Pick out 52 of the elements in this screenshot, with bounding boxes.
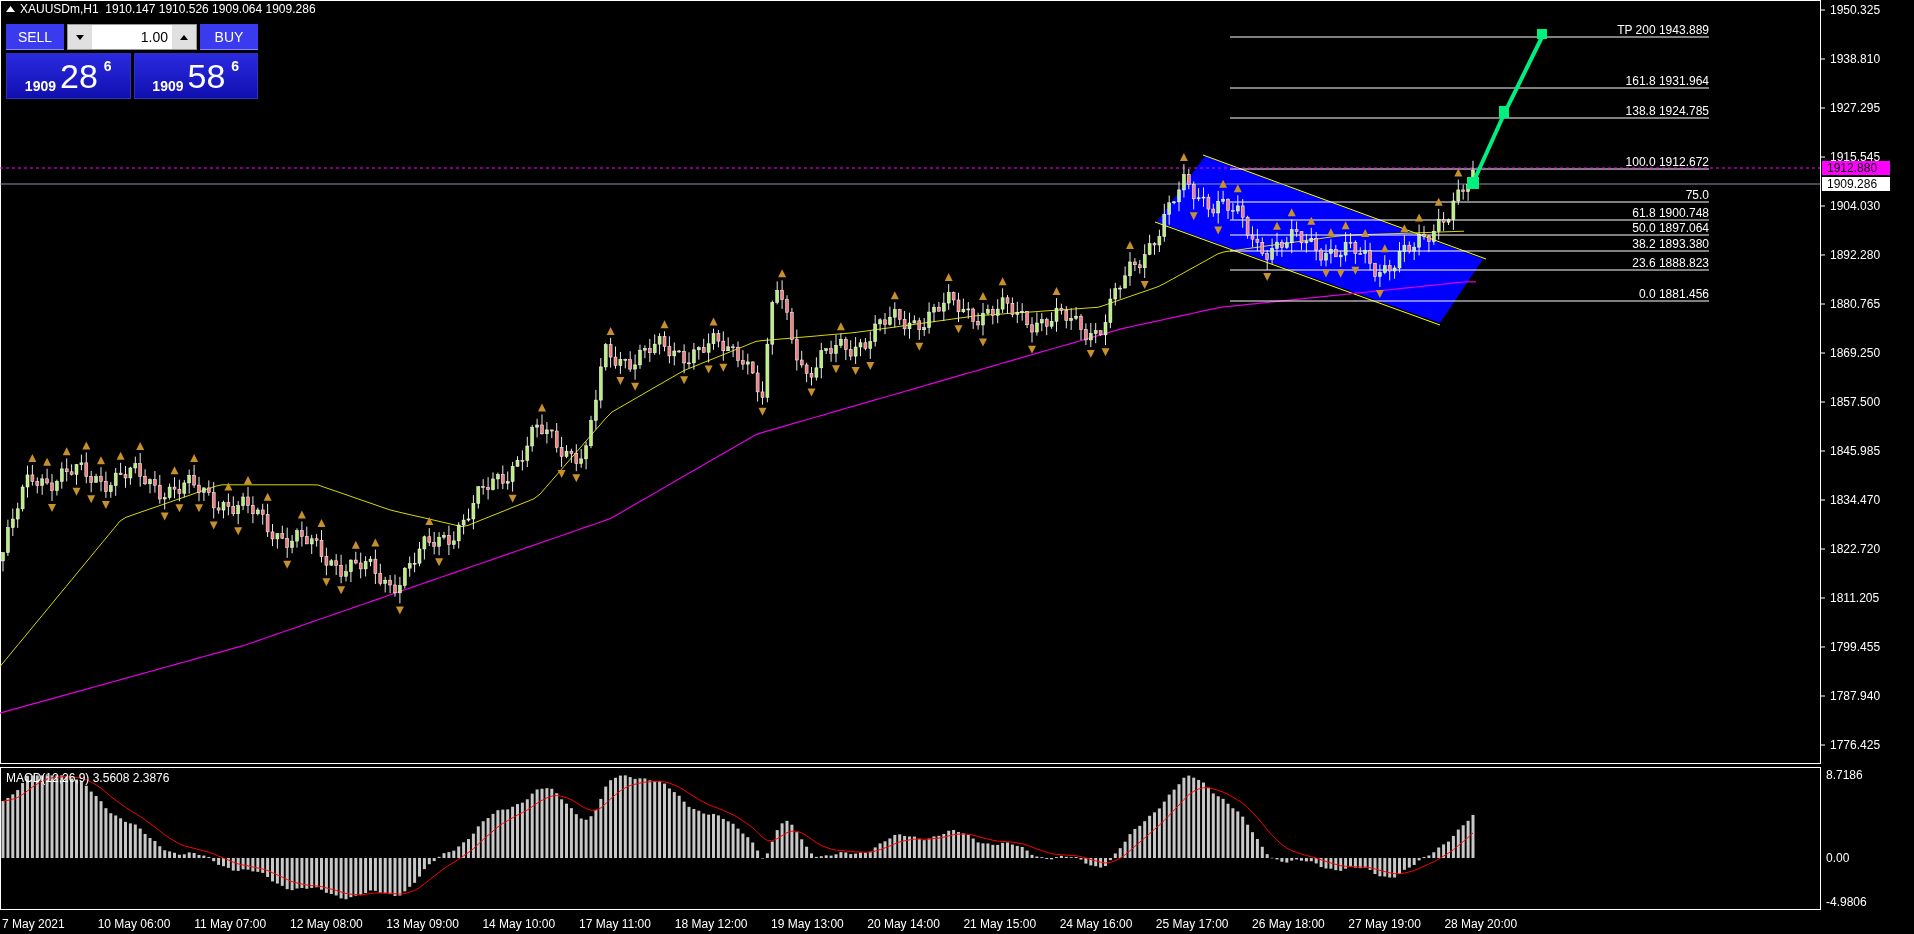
price-axis-label: 1857.500 xyxy=(1830,395,1881,409)
time-axis-label: 20 May 14:00 xyxy=(867,917,940,931)
fibonacci-level-label: 161.8 1931.964 xyxy=(1625,74,1709,88)
price-axis-label: 1880.765 xyxy=(1830,297,1881,311)
fibonacci-level-label: TP 200 1943.889 xyxy=(1617,23,1709,37)
price-axis-label: 1950.325 xyxy=(1830,3,1881,17)
price-axis-label: 1845.985 xyxy=(1830,444,1881,458)
fibonacci-level-label: 75.0 xyxy=(1685,188,1709,202)
fibonacci-level-label: 138.8 1924.785 xyxy=(1625,104,1709,118)
fibonacci-level-label: 100.0 1912.672 xyxy=(1625,155,1709,169)
price-axis-label: 1869.250 xyxy=(1830,346,1881,360)
fibonacci-level-label: 50.0 1897.064 xyxy=(1632,221,1709,235)
fibonacci-level-label: 23.6 1888.823 xyxy=(1632,256,1709,270)
time-axis-label: 24 May 16:00 xyxy=(1059,917,1133,931)
price-axis-label: 1799.455 xyxy=(1830,640,1881,654)
sell-button[interactable]: SELL xyxy=(6,24,64,50)
time-axis-label: 26 May 18:00 xyxy=(1252,917,1325,931)
ask-price-marker: 1912.880 xyxy=(1822,161,1890,175)
volume-spinner[interactable]: 1.00 xyxy=(67,24,197,50)
price-axis-label: 1787.940 xyxy=(1830,689,1881,703)
time-axis-label: 21 May 15:00 xyxy=(963,917,1037,931)
time-axis-label: 12 May 08:00 xyxy=(290,917,363,931)
macd-axis-label: -4.9806 xyxy=(1826,895,1867,909)
time-axis-label: 17 May 11:00 xyxy=(579,917,651,931)
price-axis-label: 1776.425 xyxy=(1830,738,1881,752)
time-axis-label: 25 May 17:00 xyxy=(1155,917,1229,931)
time-axis-label: 14 May 10:00 xyxy=(482,917,556,931)
price-axis-label: 1915.545 xyxy=(1830,150,1881,164)
price-axis-label: 1811.205 xyxy=(1830,591,1880,605)
time-axis-label: 10 May 06:00 xyxy=(97,917,171,931)
time-axis-label: 19 May 13:00 xyxy=(771,917,844,931)
fibonacci-level-label: 0.0 1881.456 xyxy=(1638,287,1709,301)
time-axis-label: 13 May 09:00 xyxy=(386,917,459,931)
symbol-info: XAUUSDm,H1 1910.147 1910.526 1909.064 1909.286 xyxy=(20,2,316,16)
fibonacci-level-label: 38.2 1893.380 xyxy=(1632,237,1709,251)
price-axis-label: 1822.720 xyxy=(1830,542,1881,556)
price-axis-label: 1892.280 xyxy=(1830,248,1881,262)
price-axis-label: 1938.810 xyxy=(1830,52,1881,66)
time-axis-label: 11 May 07:00 xyxy=(194,917,267,931)
collapse-triangle-icon[interactable] xyxy=(6,6,15,12)
macd-axis-label: 8.7186 xyxy=(1826,768,1863,782)
price-axis-label: 1927.295 xyxy=(1830,101,1881,115)
time-axis-label: 27 May 19:00 xyxy=(1348,917,1421,931)
time-axis-label: 7 May 2021 xyxy=(2,917,65,931)
price-axis-label: 1834.470 xyxy=(1830,493,1881,507)
buy-button[interactable]: BUY xyxy=(200,24,258,50)
price-axis-label: 1904.030 xyxy=(1830,199,1881,213)
macd-axis-label: 0.00 xyxy=(1826,851,1850,865)
bid-price-marker: 1909.286 xyxy=(1822,177,1890,191)
time-axis-label: 28 May 20:00 xyxy=(1444,917,1518,931)
fibonacci-level-label: 61.8 1900.748 xyxy=(1632,206,1709,220)
time-axis-label: 18 May 12:00 xyxy=(674,917,748,931)
